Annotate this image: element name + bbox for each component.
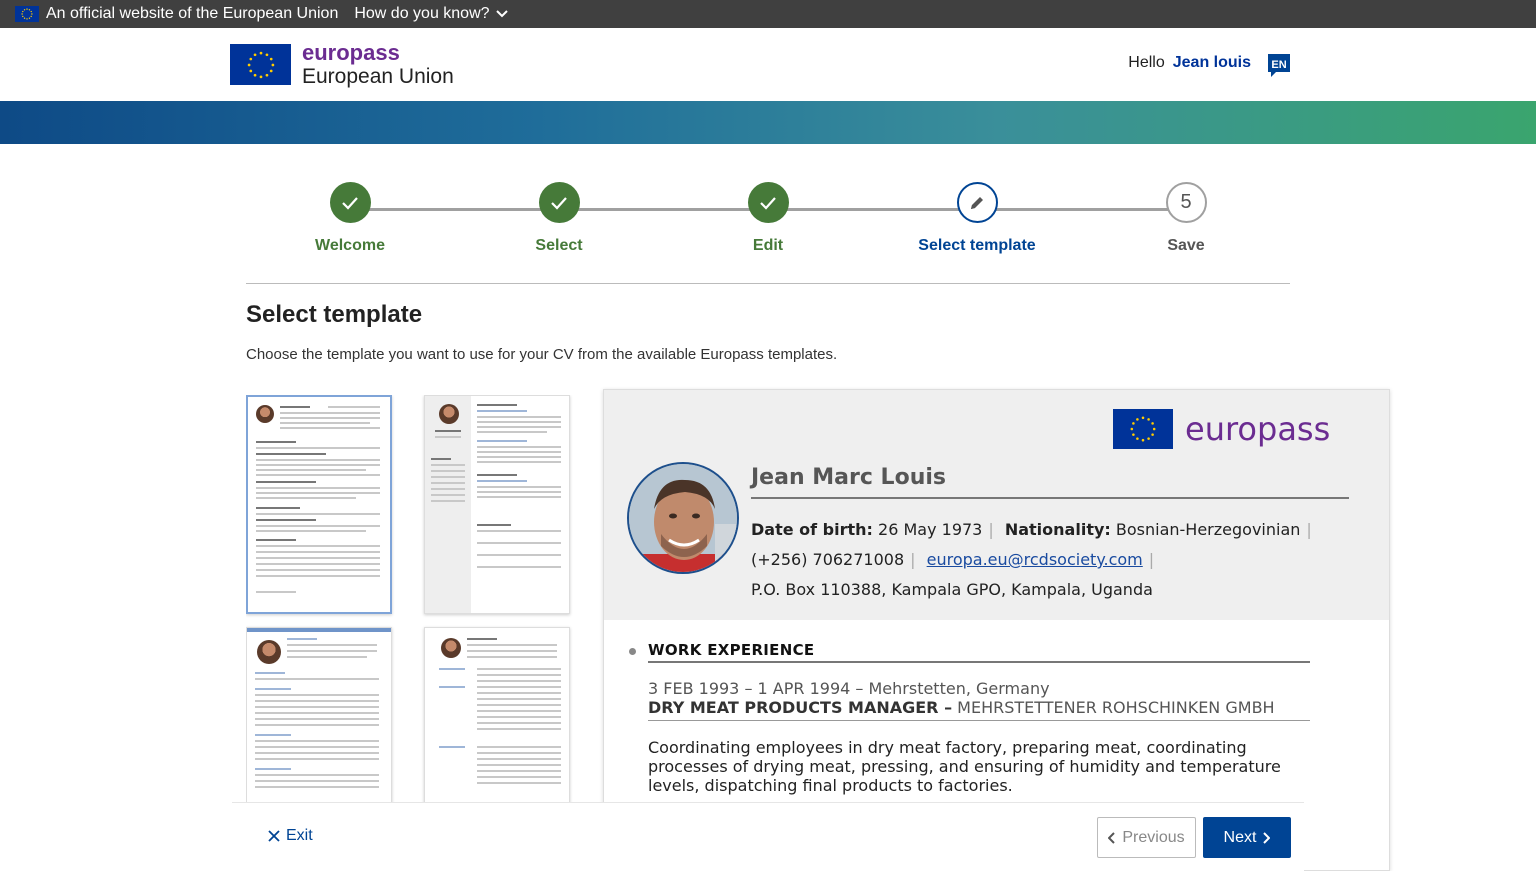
template-thumbnail[interactable] [424,395,570,614]
official-site-text: An official website of the European Unio… [46,5,339,22]
language-selector[interactable]: EN [1266,52,1292,78]
cv-full-name: Jean Marc Louis [751,465,946,490]
next-label: Next [1223,828,1257,846]
template-thumbnail[interactable] [424,627,570,803]
header-gradient-band [0,101,1536,144]
exit-button[interactable]: Exit [268,827,313,845]
step-select-template: Select template [907,182,1047,255]
step-label: Select template [918,237,1036,254]
progress-stepper: Welcome Select Edit Select template 5 Sa… [246,178,1290,268]
eu-official-bar: An official website of the European Unio… [0,0,1536,28]
step-label: Welcome [315,237,385,254]
user-greeting: Hello Jean louis [1128,54,1251,72]
close-icon [268,830,280,842]
job-employer: MEHRSTETTENER ROHSCHINKEN GMBH [957,698,1275,717]
logo-org: European Union [302,65,454,88]
name-divider [751,497,1349,499]
template-thumbnail[interactable] [246,395,392,614]
job-divider [648,720,1310,721]
eu-flag-icon [15,6,39,22]
step-save: 5 Save [1116,182,1256,255]
page-title: Select template [246,301,423,328]
europass-logo[interactable]: europass European Union [230,42,454,87]
job-date-location: 3 FEB 1993 – 1 APR 1994 – Mehrstetten, G… [648,679,1050,698]
step-done-indicator [538,182,580,223]
step-number: 5 [1165,182,1207,223]
section-divider [648,661,1310,663]
job-title: DRY MEAT PRODUCTS MANAGER – [648,698,953,717]
pencil-icon [971,196,983,209]
chevron-right-icon [1263,831,1271,844]
dob-value: 26 May 1973 [878,520,983,539]
step-current-indicator [956,182,998,223]
section-title: WORK EXPERIENCE [648,641,815,659]
step-done-indicator [747,182,789,223]
cv-brand: europass [1185,410,1331,448]
svg-text:EN: EN [1271,59,1286,71]
step-label: Select [535,237,583,254]
wizard-footer: Exit Previous Next [232,802,1304,871]
step-label: Edit [752,237,784,254]
phone-value: (+256) 706271008 [751,550,905,569]
previous-label: Previous [1122,828,1185,846]
logo-brand: europass [302,40,400,65]
job-description: Coordinating employees in dry meat facto… [648,738,1281,795]
exit-label: Exit [286,827,313,844]
check-icon [551,196,567,210]
step-done-indicator [329,182,371,223]
cv-europass-logo: europass [1113,409,1330,449]
site-header: europass European Union Hello Jean louis… [0,28,1536,101]
section-bullet [629,648,636,655]
chevron-left-icon [1108,831,1116,844]
email-link[interactable]: europa.eu@rcdsociety.com [927,550,1143,569]
how-do-you-know-toggle[interactable]: How do you know? [354,5,508,23]
eu-flag-icon [1113,409,1173,449]
how-do-you-know-label: How do you know? [354,5,490,22]
user-name-link[interactable]: Jean louis [1173,54,1251,72]
divider [246,283,1290,284]
check-icon [760,196,776,210]
template-thumbnail-list [246,395,576,803]
cv-preview: europass Jean Marc Louis Date of birth: … [603,389,1390,871]
dob-label: Date of birth: [751,520,873,539]
language-icon: EN [1268,54,1290,77]
eu-flag-icon [230,44,291,85]
cv-contact-info: (+256) 706271008 | europa.eu@rcdsociety.c… [751,550,1155,569]
page-intro: Choose the template you want to use for … [246,346,838,363]
step-label: Save [1167,237,1205,254]
cv-personal-info: Date of birth: 26 May 1973 | Nationality:… [751,520,1312,539]
greeting-text: Hello [1128,54,1165,71]
nationality-value: Bosnian-Herzegovinian [1115,520,1301,539]
cv-profile-photo [627,462,739,574]
template-thumbnail[interactable] [246,627,392,803]
cv-address: P.O. Box 110388, Kampala GPO, Kampala, U… [751,580,1153,599]
step-welcome[interactable]: Welcome [280,182,420,255]
job-title-line: DRY MEAT PRODUCTS MANAGER – MEHRSTETTENE… [648,698,1275,717]
check-icon [342,196,358,210]
nationality-label: Nationality: [1004,520,1111,539]
step-edit[interactable]: Edit [698,182,838,255]
next-button[interactable]: Next [1203,817,1291,858]
previous-button[interactable]: Previous [1097,817,1196,858]
step-select[interactable]: Select [489,182,629,255]
chevron-down-icon [495,10,508,18]
